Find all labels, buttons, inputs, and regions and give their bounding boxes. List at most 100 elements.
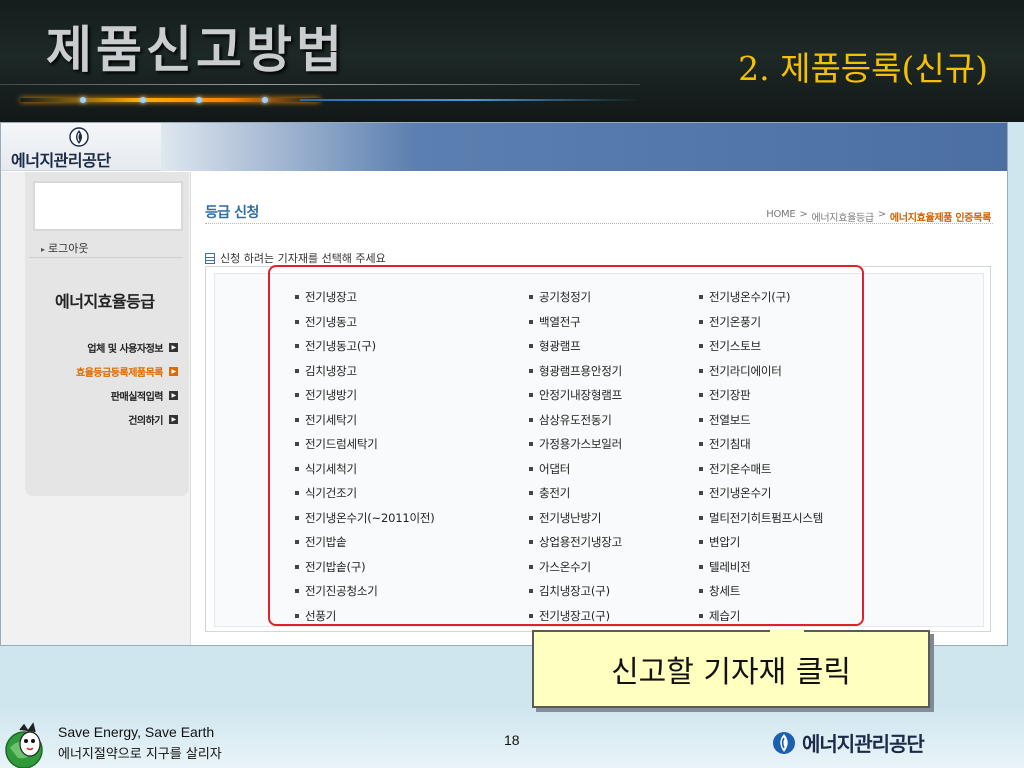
breadcrumb-separator: > (877, 209, 886, 220)
device-item[interactable]: 공기청정기 (529, 285, 622, 310)
device-item[interactable]: 전기냉난방기 (529, 506, 622, 531)
slogan-korean: 에너지절약으로 지구를 살리자 (58, 747, 222, 762)
logout-link[interactable]: ▸ 로그아웃 (41, 240, 89, 256)
device-label: 전기온수매트 (709, 461, 772, 476)
menu-arrow-icon: ▶ (169, 391, 178, 400)
footer-logo-text: 에너지관리공단 (802, 732, 925, 756)
device-item[interactable]: 가스온수기 (529, 555, 622, 580)
device-item[interactable]: 전기진공청소기 (295, 579, 435, 604)
device-label: 전기밥솥(구) (305, 559, 366, 574)
device-item[interactable]: 전기온풍기 (699, 310, 823, 335)
device-item[interactable]: 전기냉동고 (295, 310, 435, 335)
bullet-icon (699, 540, 703, 545)
bullet-icon (295, 540, 299, 545)
device-item[interactable]: 선풍기 (295, 604, 435, 629)
site-logo[interactable]: 에너지관리공단 (11, 127, 161, 170)
device-label: 변압기 (709, 535, 741, 550)
device-item[interactable]: 안정기내장형램프 (529, 383, 622, 408)
device-item[interactable]: 전기냉온수기 (699, 481, 823, 506)
mascot-icon (5, 722, 43, 768)
device-column-2: 공기청정기백열전구형광램프 형광램프용안정기 안정기내장형램프 삼상유도전동기가정용가… (529, 285, 622, 628)
bullet-icon (699, 442, 703, 447)
device-label: 전기온풍기 (709, 314, 761, 329)
device-item[interactable]: 변압기 (699, 530, 823, 555)
sidebar-item-label: 효율등급등록제품목록 (76, 368, 164, 379)
device-item[interactable]: 김치냉장고 (295, 359, 435, 384)
device-label: 전기냉동고(구) (305, 339, 376, 354)
device-item[interactable]: 가정용가스보일러 (529, 432, 622, 457)
device-label: 선풍기 (305, 608, 337, 623)
device-item[interactable]: 전기밥솥(구) (295, 555, 435, 580)
device-list-inner: 전기냉장고 전기냉동고전기냉동고(구) 김치냉장고 전기냉방기전기세탁기전기드럼세탁기… (214, 273, 984, 627)
device-item[interactable]: 전기온수매트 (699, 457, 823, 482)
device-label: 전기냉온수기(~2011이전) (305, 510, 435, 525)
device-label: 가정용가스보일러 (539, 437, 623, 452)
content-title: 등급 신청 (205, 205, 259, 221)
device-item[interactable]: 백열전구 (529, 310, 622, 335)
device-item[interactable]: 전기냉방기 (295, 383, 435, 408)
bullet-icon (699, 515, 703, 520)
device-item[interactable]: 전기세탁기 (295, 408, 435, 433)
bullet-icon (295, 368, 299, 373)
device-item[interactable]: 전기스토브 (699, 334, 823, 359)
device-item[interactable]: 전기냉장고 (295, 285, 435, 310)
logout-label: 로그아웃 (48, 242, 89, 255)
device-item[interactable]: 식기세척기 (295, 457, 435, 482)
bullet-icon (529, 613, 533, 618)
breadcrumb-home[interactable]: HOME (766, 209, 795, 224)
device-item[interactable]: 전기드럼세탁기 (295, 432, 435, 457)
breadcrumb-separator: > (799, 209, 808, 220)
instruction-text: 신청 하려는 기자재를 선택해 주세요 (220, 252, 386, 265)
device-item[interactable]: 전기밥솥 (295, 530, 435, 555)
bullet-icon (295, 515, 299, 520)
bullet-icon (295, 344, 299, 349)
device-label: 전기냉난방기 (539, 510, 602, 525)
breadcrumb-energy-efficiency[interactable]: 에너지효율등급 (812, 209, 875, 224)
bullet-icon (295, 319, 299, 324)
device-item[interactable]: 전기냉동고(구) (295, 334, 435, 359)
sidebar-item-sales-input[interactable]: 판매실적입력 ▶ (111, 388, 178, 403)
device-item[interactable]: 형광램프용안정기 (529, 359, 622, 384)
device-item[interactable]: 전기침대 (699, 432, 823, 457)
device-item[interactable]: 전기냉온수기(구) (699, 285, 823, 310)
slogan-english: Save Energy, Save Earth (58, 724, 215, 740)
breadcrumb: HOME > 에너지효율등급 > 에너지효율제품 인증목록 (766, 209, 991, 224)
device-item[interactable]: 충전기 (529, 481, 622, 506)
login-box (33, 181, 183, 231)
device-item[interactable]: 전기냉온수기(~2011이전) (295, 506, 435, 531)
sidebar-item-registered-products[interactable]: 효율등급등록제품목록 ▶ (76, 364, 178, 379)
device-item[interactable]: 상업용전기냉장고 (529, 530, 622, 555)
device-item[interactable]: 어댑터 (529, 457, 622, 482)
device-label: 가스온수기 (539, 559, 591, 574)
device-item[interactable]: 전열보드 (699, 408, 823, 433)
sidebar-item-suggestions[interactable]: 건의하기 ▶ (128, 412, 178, 427)
content-divider (205, 223, 993, 224)
bullet-icon (699, 589, 703, 594)
callout-joint (770, 629, 804, 633)
device-item[interactable]: 창세트 (699, 579, 823, 604)
device-label: 전기냉장고(구) (539, 608, 610, 623)
sidebar-item-company-user-info[interactable]: 업체 및 사용자정보 ▶ (87, 340, 178, 355)
bullet-icon (699, 613, 703, 618)
device-item[interactable]: 식기건조기 (295, 481, 435, 506)
device-item[interactable]: 텔레비전 (699, 555, 823, 580)
device-item[interactable]: 전기라디에이터 (699, 359, 823, 384)
device-label: 전기진공청소기 (305, 584, 378, 599)
header-blue-line (300, 99, 640, 101)
device-item[interactable]: 김치냉장고(구) (529, 579, 622, 604)
bullet-icon (699, 319, 703, 324)
bullet-icon (529, 466, 533, 471)
slide-subtitle: 2. 제품등록(신규) (738, 49, 988, 88)
device-item[interactable]: 전기냉장고(구) (529, 604, 622, 629)
device-item[interactable]: 형광램프 (529, 334, 622, 359)
menu-arrow-icon: ▶ (169, 367, 178, 376)
device-column-3: 전기냉온수기(구) 전기온풍기전기스토브 전기라디에이터 전기장판 전열보드 전기침대전기… (699, 285, 823, 628)
device-item[interactable]: 전기장판 (699, 383, 823, 408)
bullet-icon (295, 564, 299, 569)
device-label: 전기세탁기 (305, 412, 357, 427)
device-item[interactable]: 삼상유도전동기 (529, 408, 622, 433)
bullet-icon (295, 417, 299, 422)
device-label: 백열전구 (539, 314, 581, 329)
device-item[interactable]: 멀티전기히트펌프시스템 (699, 506, 823, 531)
bullet-icon (295, 393, 299, 398)
